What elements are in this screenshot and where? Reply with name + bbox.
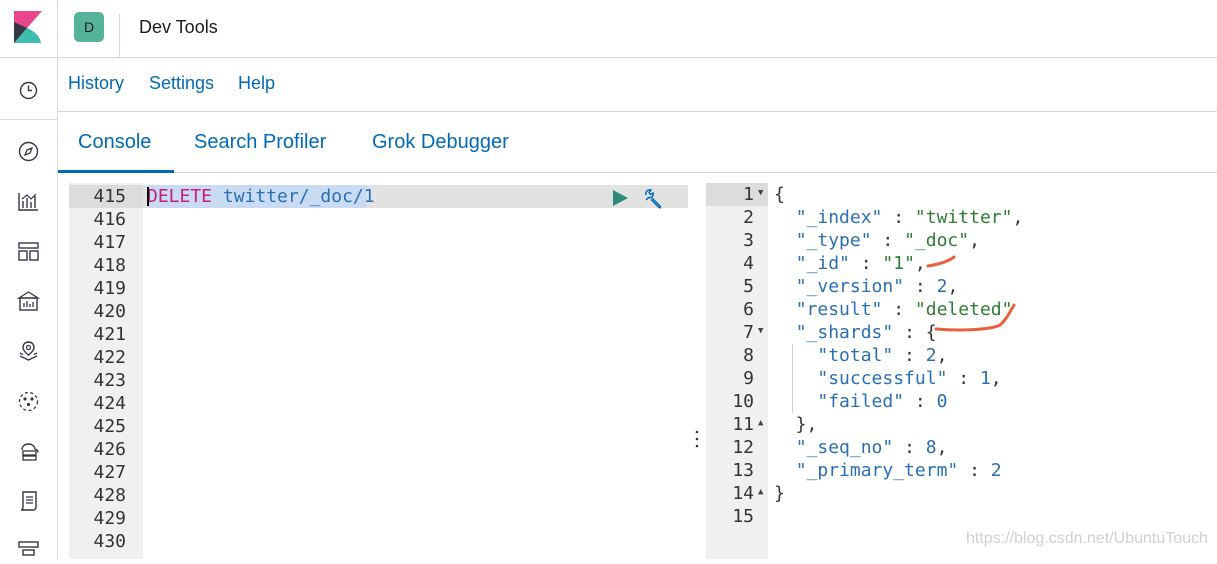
output-line-numbers: 1 2 3 4 5 6 7 8 9 10 11 12 13 14 15 [706, 183, 754, 528]
drag-handle-icon[interactable] [694, 428, 700, 450]
line-number: 419 [93, 278, 126, 299]
visualize-icon[interactable] [16, 189, 41, 214]
request-line[interactable]: DELETE twitter/_doc/1 [147, 185, 375, 208]
line-number: 421 [93, 324, 126, 345]
fold-down-icon[interactable]: ▼ [758, 326, 763, 336]
maps-icon[interactable] [16, 339, 41, 364]
line-number: 417 [93, 232, 126, 253]
response-panel[interactable]: 1 2 3 4 5 6 7 8 9 10 11 12 13 14 15 ▼ ▼ ▲ ▲ { "_index"… [706, 183, 1217, 559]
line-number: 416 [93, 209, 126, 230]
json-line: "failed" : 0 [817, 391, 948, 412]
editor-line-numbers: 415 416 417 418 419 420 421 422 423 424 425 426 427 4… [69, 185, 126, 553]
line-number: 2 [743, 207, 754, 228]
line-number: 3 [743, 230, 754, 251]
json-line: } [774, 483, 785, 504]
line-number: 426 [93, 439, 126, 460]
line-number: 12 [732, 437, 754, 458]
line-number: 14 [732, 483, 754, 504]
line-number: 425 [93, 416, 126, 437]
line-number: 415 [93, 186, 126, 207]
history-link[interactable]: History [68, 73, 124, 94]
line-number: 429 [93, 508, 126, 529]
nav-divider [0, 119, 57, 120]
clock-icon[interactable] [16, 78, 41, 103]
compass-icon[interactable] [16, 139, 41, 164]
infrastructure-icon[interactable] [16, 439, 41, 464]
panel-resizer[interactable] [688, 183, 706, 559]
json-line: "_index" : "twitter", [795, 207, 1024, 228]
json-line: }, [774, 414, 818, 435]
header-divider [57, 0, 58, 57]
line-number: 430 [93, 531, 126, 552]
request-path: twitter/_doc/1 [222, 186, 375, 207]
fold-down-icon[interactable]: ▼ [758, 188, 763, 198]
line-number: 422 [93, 347, 126, 368]
header-divider [119, 14, 120, 58]
json-line: "total" : 2, [817, 345, 948, 366]
apm-icon[interactable] [16, 539, 41, 564]
watermark: https://blog.csdn.net/UbuntuTouch [966, 530, 1208, 547]
fold-up-icon[interactable]: ▲ [758, 418, 763, 428]
json-line: "_type" : "_doc", [795, 230, 980, 251]
kibana-logo[interactable] [14, 11, 42, 43]
line-number: 418 [93, 255, 126, 276]
json-line [774, 505, 1023, 528]
dashboard-icon[interactable] [16, 239, 41, 264]
line-number: 5 [743, 276, 754, 297]
logs-icon[interactable] [16, 489, 41, 514]
json-line: "result" : "deleted" [795, 299, 1013, 320]
json-line: "_version" : 2, [795, 276, 959, 297]
json-line: "_shards" : { [795, 322, 937, 343]
page-title: Dev Tools [139, 17, 218, 37]
request-editor[interactable]: 415 416 417 418 419 420 421 422 423 424 425 426 427 4… [69, 183, 688, 559]
tab-console[interactable]: Console [78, 131, 151, 154]
line-number: 4 [743, 253, 754, 274]
active-tab-indicator [58, 170, 174, 173]
line-number: 6 [743, 299, 754, 320]
line-number: 7 [743, 322, 754, 343]
line-number: 420 [93, 301, 126, 322]
line-number: 423 [93, 370, 126, 391]
line-number: 428 [93, 485, 126, 506]
request-method: DELETE [147, 186, 213, 207]
settings-link[interactable]: Settings [149, 73, 214, 94]
side-nav [0, 58, 58, 559]
canvas-icon[interactable] [16, 289, 41, 314]
line-number: 10 [732, 391, 754, 412]
ml-icon[interactable] [16, 389, 41, 414]
line-number: 1 [743, 184, 754, 205]
top-menu: History Settings Help [58, 58, 1217, 112]
tab-bar: Console Search Profiler Grok Debugger [58, 112, 1217, 173]
text-cursor [147, 187, 149, 206]
play-icon[interactable] [611, 189, 629, 207]
tab-search-profiler[interactable]: Search Profiler [194, 131, 326, 154]
fold-up-icon[interactable]: ▲ [758, 487, 763, 497]
help-link[interactable]: Help [238, 73, 275, 94]
json-line: "successful" : 1, [817, 368, 1002, 389]
line-number: 13 [732, 460, 754, 481]
line-number: 424 [93, 393, 126, 414]
tab-grok-debugger[interactable]: Grok Debugger [372, 131, 509, 154]
top-header: D Dev Tools [0, 0, 1217, 58]
line-number: 15 [732, 506, 754, 527]
json-line: "_primary_term" : 2 [795, 460, 1002, 481]
json-line: { [774, 184, 785, 205]
json-line: "_seq_no" : 8, [795, 437, 948, 458]
space-avatar[interactable]: D [74, 12, 104, 42]
line-number: 8 [743, 345, 754, 366]
response-json: { "_index" : "twitter", "_type" : "_doc"… [774, 183, 1023, 528]
line-number: 427 [93, 462, 126, 483]
line-number: 9 [743, 368, 754, 389]
wrench-icon[interactable] [642, 188, 664, 210]
line-number: 11 [732, 414, 754, 435]
json-line: "_id" : "1", [795, 253, 926, 274]
